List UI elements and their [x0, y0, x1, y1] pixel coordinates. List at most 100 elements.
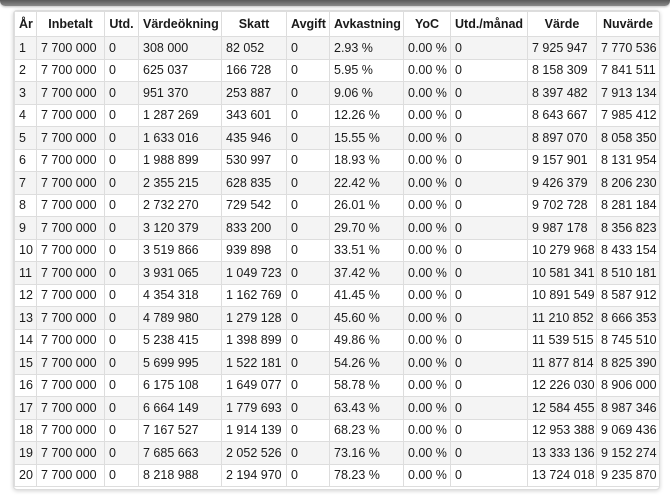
cell-return: 5.95 %	[329, 58, 404, 82]
cell-fee: 0	[286, 238, 330, 262]
cell-return: 29.70 %	[329, 216, 404, 240]
cell-value-increase: 5 699 995	[138, 351, 222, 375]
cell-value-increase: 308 000	[138, 36, 222, 60]
header-dividend-per-month[interactable]: Utd./månad	[450, 11, 528, 37]
cell-yoc: 0.00 %	[403, 193, 451, 217]
cell-dividend: 0	[104, 463, 139, 487]
table-row: 15 7 700 000 0 5 699 995 1 522 181 0 54.26 % 0.…	[14, 351, 659, 375]
header-tax[interactable]: Skatt	[221, 11, 287, 37]
cell-fee: 0	[286, 351, 330, 375]
cell-return: 15.55 %	[329, 126, 404, 150]
cell-yoc: 0.00 %	[403, 283, 451, 307]
cell-value-increase: 625 037	[138, 58, 222, 82]
cell-tax: 82 052	[221, 36, 287, 60]
header-present-value[interactable]: Nuvärde	[596, 11, 659, 37]
cell-value-increase: 3 120 379	[138, 216, 222, 240]
header-paid-in[interactable]: Inbetalt	[36, 11, 105, 37]
cell-tax: 1 049 723	[221, 261, 287, 285]
cell-dividend-per-month: 0	[450, 351, 528, 375]
cell-tax: 2 194 970	[221, 463, 287, 487]
cell-year: 3	[14, 81, 37, 105]
cell-fee: 0	[286, 328, 330, 352]
cell-year: 1	[14, 36, 37, 60]
cell-fee: 0	[286, 148, 330, 172]
table-row: 17 700 000 0 308 000 82 052 0 2.93 % 0.00 % 0 7 …	[14, 36, 659, 60]
cell-year: 4	[14, 103, 37, 127]
cell-dividend: 0	[104, 261, 139, 285]
cell-value: 9 157 901	[527, 148, 597, 172]
cell-return: 45.60 %	[329, 306, 404, 330]
cell-paid-in: 7 700 000	[36, 283, 105, 307]
cell-paid-in: 7 700 000	[36, 148, 105, 172]
cell-fee: 0	[286, 81, 330, 105]
table-row: 12 7 700 000 0 4 354 318 1 162 769 0 41.45 % 0.…	[14, 283, 659, 307]
cell-return: 78.23 %	[329, 463, 404, 487]
cell-present-value: 9 152 274	[596, 441, 659, 465]
cell-value-increase: 1 988 899	[138, 148, 222, 172]
cell-fee: 0	[286, 396, 330, 420]
cell-present-value: 7 770 536	[596, 36, 659, 60]
cell-return: 12.26 %	[329, 103, 404, 127]
cell-paid-in: 7 700 000	[36, 58, 105, 82]
cell-paid-in: 7 700 000	[36, 418, 105, 442]
cell-present-value: 8 058 350	[596, 126, 659, 150]
header-yoc[interactable]: YoC	[403, 11, 451, 37]
table-body: 17 700 000 0 308 000 82 052 0 2.93 % 0.00 % 0 7 …	[14, 36, 659, 487]
cell-tax: 1 914 139	[221, 418, 287, 442]
cell-return: 49.86 %	[329, 328, 404, 352]
cell-fee: 0	[286, 283, 330, 307]
cell-value: 9 702 728	[527, 193, 597, 217]
cell-dividend-per-month: 0	[450, 171, 528, 195]
top-bar	[0, 0, 670, 6]
cell-year: 19	[14, 441, 37, 465]
cell-tax: 1 398 899	[221, 328, 287, 352]
header-value[interactable]: Värde	[527, 11, 597, 37]
cell-value: 13 333 136	[527, 441, 597, 465]
cell-yoc: 0.00 %	[403, 463, 451, 487]
cell-paid-in: 7 700 000	[36, 193, 105, 217]
cell-dividend-per-month: 0	[450, 261, 528, 285]
cell-return: 58.78 %	[329, 373, 404, 397]
cell-value-increase: 1 287 269	[138, 103, 222, 127]
cell-dividend-per-month: 0	[450, 36, 528, 60]
cell-fee: 0	[286, 306, 330, 330]
cell-dividend-per-month: 0	[450, 396, 528, 420]
header-return[interactable]: Avkastning	[329, 11, 404, 37]
cell-year: 20	[14, 463, 37, 487]
cell-value: 10 581 341	[527, 261, 597, 285]
table-row: 47 700 000 0 1 287 269 343 601 0 12.26 % 0.00 …	[14, 103, 659, 127]
cell-value: 8 397 482	[527, 81, 597, 105]
cell-value-increase: 8 218 988	[138, 463, 222, 487]
cell-present-value: 8 433 154	[596, 238, 659, 262]
cell-value-increase: 7 167 527	[138, 418, 222, 442]
cell-paid-in: 7 700 000	[36, 126, 105, 150]
cell-value: 8 643 667	[527, 103, 597, 127]
cell-return: 33.51 %	[329, 238, 404, 262]
cell-paid-in: 7 700 000	[36, 306, 105, 330]
cell-value: 11 210 852	[527, 306, 597, 330]
cell-yoc: 0.00 %	[403, 36, 451, 60]
cell-tax: 530 997	[221, 148, 287, 172]
cell-value-increase: 4 789 980	[138, 306, 222, 330]
cell-tax: 166 728	[221, 58, 287, 82]
cell-yoc: 0.00 %	[403, 58, 451, 82]
cell-return: 54.26 %	[329, 351, 404, 375]
cell-fee: 0	[286, 193, 330, 217]
cell-fee: 0	[286, 58, 330, 82]
header-value-increase[interactable]: Värdeökning	[138, 11, 222, 37]
cell-present-value: 8 666 353	[596, 306, 659, 330]
header-year[interactable]: År	[14, 11, 37, 37]
cell-dividend: 0	[104, 306, 139, 330]
cell-value: 9 426 379	[527, 171, 597, 195]
cell-return: 9.06 %	[329, 81, 404, 105]
cell-dividend: 0	[104, 328, 139, 352]
header-fee[interactable]: Avgift	[286, 11, 330, 37]
cell-dividend-per-month: 0	[450, 216, 528, 240]
cell-fee: 0	[286, 418, 330, 442]
cell-paid-in: 7 700 000	[36, 36, 105, 60]
cell-dividend: 0	[104, 126, 139, 150]
header-dividend[interactable]: Utd.	[104, 11, 139, 37]
cell-yoc: 0.00 %	[403, 103, 451, 127]
table-row: 20 7 700 000 0 8 218 988 2 194 970 0 78.23 % 0.…	[14, 463, 659, 487]
cell-return: 26.01 %	[329, 193, 404, 217]
